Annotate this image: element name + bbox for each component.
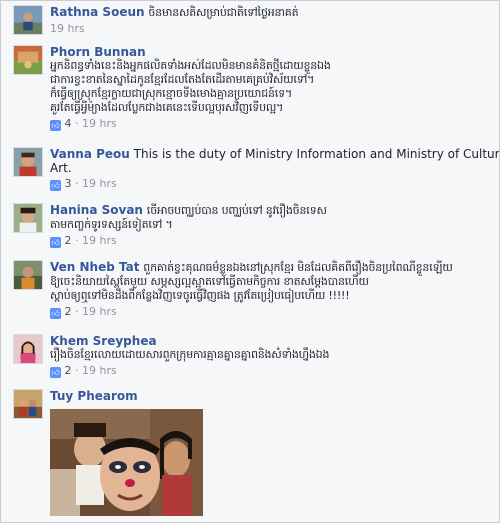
separator-dot: · — [75, 305, 79, 318]
comment-timestamp[interactable]: 19 hrs — [82, 117, 117, 130]
avatar[interactable] — [13, 260, 43, 290]
thumbs-up-icon: 👍︎ — [50, 367, 61, 378]
comment-text-line: តាមកញ្ចក់ទូរទស្សន៍ទៀតទៅ ។ — [50, 218, 173, 231]
avatar[interactable] — [13, 5, 43, 35]
like-count[interactable]: 2 — [65, 305, 72, 318]
like-count[interactable]: 3 — [65, 177, 72, 190]
comment-text: ចិនមានសតិសម្រាប់ជាតិទៅថ្ងៃអនាគត់ — [148, 6, 299, 19]
separator-dot: · — [75, 364, 79, 377]
comment-text-line: អ្នកនិពន្ធទាំងនេះនិងអ្នកផលិតទាំងអស់ដែលមិ… — [50, 59, 331, 72]
comment-text: ចើអាចបញ្ឈប់បាន បញ្ឈប់ទៅ នូវរឿងចិនទេស — [146, 204, 327, 217]
comment-meta: 👍︎ 2 · 19 hrs — [50, 364, 493, 378]
comment-author[interactable]: Vanna Peou — [50, 147, 130, 161]
comment-thread: Rathna Soeun ចិនមានសតិសម្រាប់ជាតិទៅថ្ងៃអ… — [0, 0, 500, 523]
comment-text-line: រឿងចិនខ្មែរលោយដោយសារពួកក្រុមការគ្មានគ្នា… — [50, 348, 330, 361]
comment-author[interactable]: Rathna Soeun — [50, 5, 145, 19]
avatar[interactable] — [13, 389, 43, 419]
comment-body: Hanina Sovan ចើអាចបញ្ឈប់បាន បញ្ឈប់ទៅ នូវ… — [50, 203, 493, 248]
comment-meta: 👍︎ 3 · 19 hrs — [50, 177, 493, 191]
comment-body: Phorn Bunnan អ្នកនិពន្ធទាំងនេះនិងអ្នកផលិ… — [50, 45, 493, 131]
comment-photo[interactable] — [50, 409, 203, 516]
comment-timestamp[interactable]: 19 hrs — [82, 234, 117, 247]
separator-dot: · — [75, 117, 79, 130]
comment-text: This is the duty of Ministry Information… — [133, 147, 500, 161]
avatar[interactable] — [13, 45, 43, 75]
avatar[interactable] — [13, 334, 43, 364]
comment-author[interactable]: Hanina Sovan — [50, 203, 143, 217]
thumbs-up-icon: 👍︎ — [50, 308, 61, 319]
comment-text-line: គួរតែធ្វើអ្វីម៉្យាងដែលប្លែកជាងគេនេះទើបល្… — [50, 101, 284, 114]
comment-timestamp[interactable]: 19 hrs — [82, 177, 117, 190]
comment-timestamp[interactable]: 19 hrs — [50, 22, 85, 35]
thumbs-up-icon: 👍︎ — [50, 180, 61, 191]
like-count[interactable]: 4 — [65, 117, 72, 130]
comment-meta: 👍︎ 4 · 19 hrs — [50, 117, 493, 131]
comment-author[interactable]: Tuy Phearom — [50, 389, 138, 403]
comment-body: Khem Sreyphea រឿងចិនខ្មែរលោយដោយសារពួកក្រ… — [50, 334, 493, 378]
comment-text-line: ឱ្យចេះនិយាយស្ពៃតែមួយ សម្ភស្សល្អស្អាតទៅធ្… — [50, 275, 369, 288]
comment-body: Vanna Peou This is the duty of Ministry … — [50, 147, 499, 191]
comment-author[interactable]: Ven Nheb Tat — [50, 260, 139, 274]
comment-author[interactable]: Phorn Bunnan — [50, 45, 146, 59]
comment-timestamp[interactable]: 19 hrs — [82, 305, 117, 318]
comment-text-line: Art. — [50, 161, 72, 175]
like-count[interactable]: 2 — [65, 234, 72, 247]
comment-meta: 👍︎ 2 · 19 hrs — [50, 305, 493, 319]
comment-body: Ven Nheb Tat ពួកគាត់ខ្វះគុណធម៌ខ្លួនឯងនៅស… — [50, 260, 493, 319]
comment-meta: 👍︎ 2 · 19 hrs — [50, 234, 493, 248]
comment-meta: 19 hrs — [50, 22, 493, 35]
comment-text-line: ក៏ធ្វើឲ្យស្រុកខ្មែរក្លាយជាស្រុកខ្មោចទីងម… — [50, 87, 293, 100]
comment-text-line: ជាការខ្វះខាតនៃស្នាដៃកូនខ្មែរដែលតែងតែដើរត… — [50, 73, 315, 86]
like-count[interactable]: 2 — [65, 364, 72, 377]
comment-author[interactable]: Khem Sreyphea — [50, 334, 157, 348]
avatar[interactable] — [13, 203, 43, 233]
comment-timestamp[interactable]: 19 hrs — [82, 364, 117, 377]
thumbs-up-icon: 👍︎ — [50, 120, 61, 131]
comment-text-line: ស្ដាប់ឲ្យឮទៅមិនដឹងពីកន្លែងវិញទេចូរធ្វើវិ… — [50, 289, 350, 302]
separator-dot: · — [75, 177, 79, 190]
avatar[interactable] — [13, 147, 43, 177]
thumbs-up-icon: 👍︎ — [50, 237, 61, 248]
comment-text: ពួកគាត់ខ្វះគុណធម៌ខ្លួនឯងនៅស្រុកខ្មែរ មិន… — [143, 261, 453, 274]
separator-dot: · — [75, 234, 79, 247]
comment-body: Rathna Soeun ចិនមានសតិសម្រាប់ជាតិទៅថ្ងៃអ… — [50, 5, 493, 35]
